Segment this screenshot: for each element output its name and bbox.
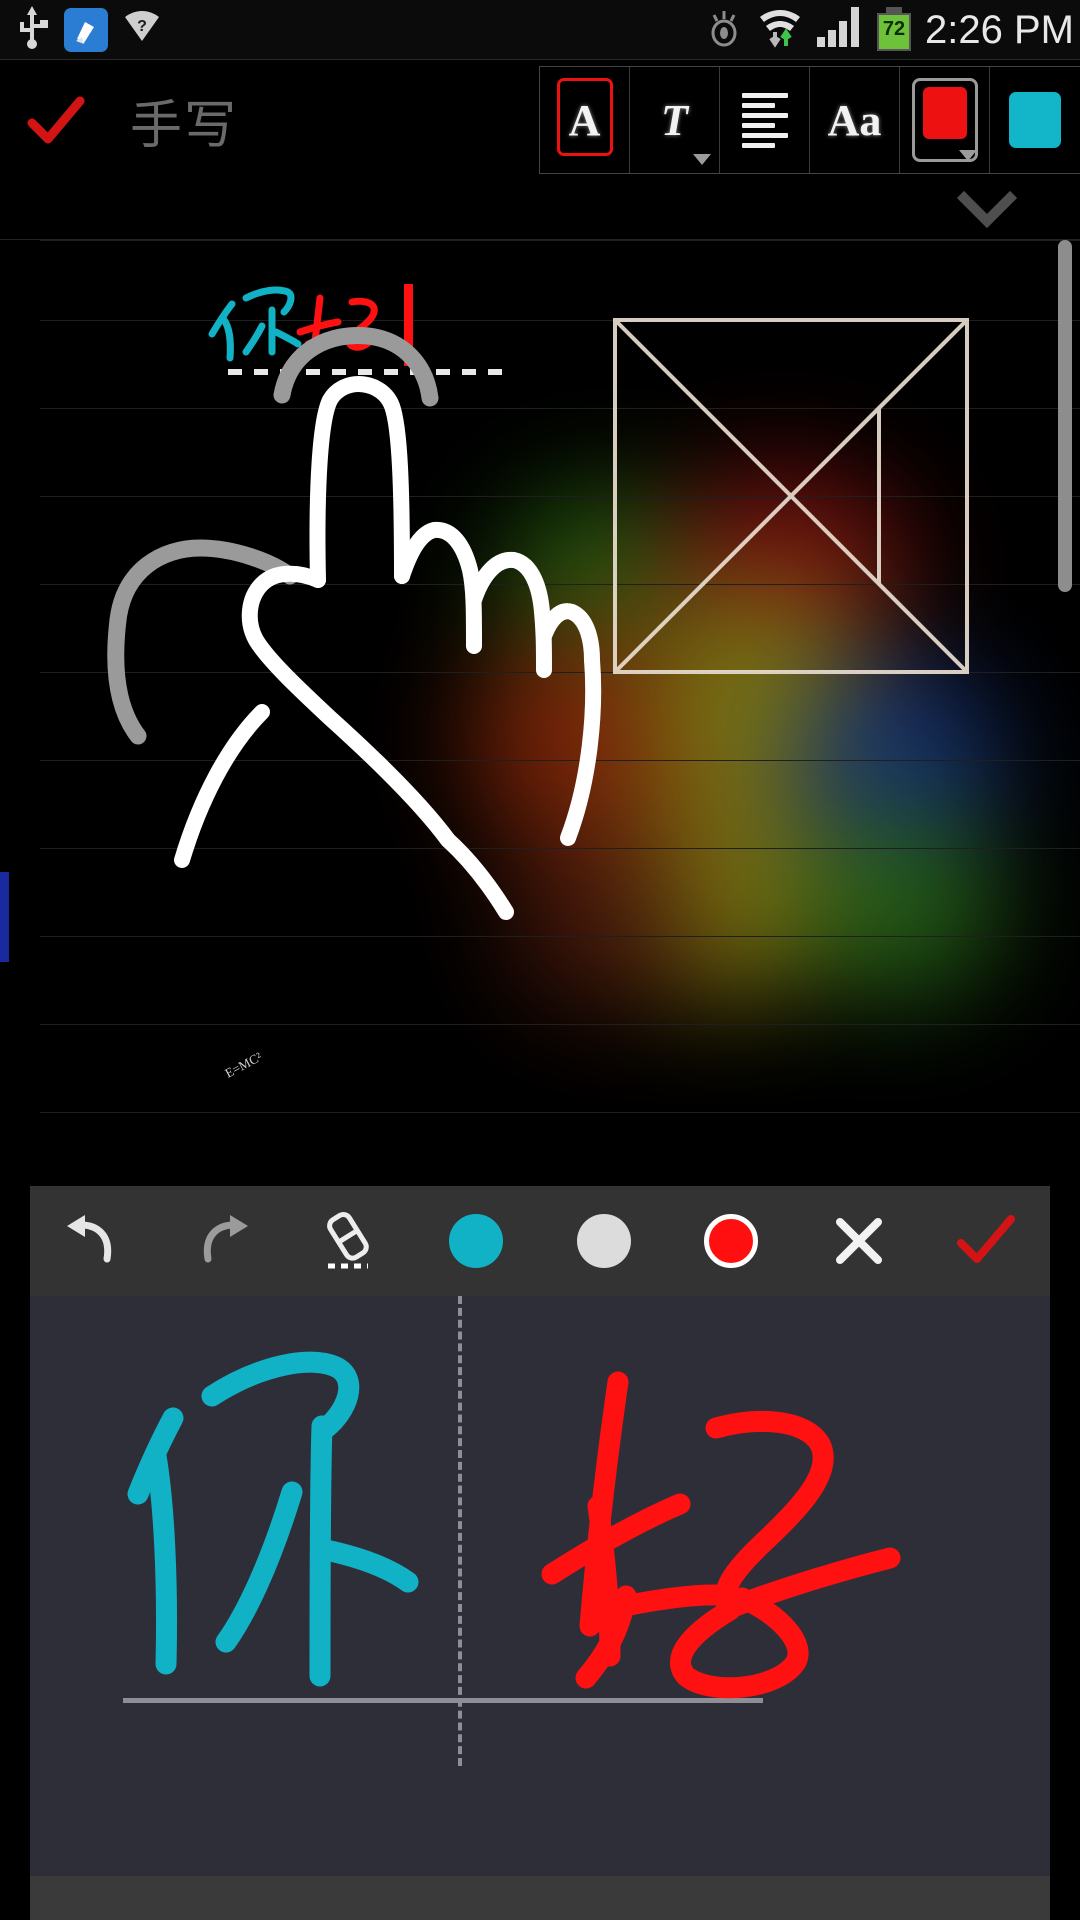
- usb-icon: [14, 4, 50, 55]
- stroke-group-left: [127, 1351, 419, 1687]
- battery-level: 72: [882, 18, 906, 40]
- redo-button[interactable]: [158, 1186, 286, 1296]
- eraser-button[interactable]: [285, 1186, 413, 1296]
- handwriting-strokes: [127, 1351, 901, 1699]
- color-dot-icon: [704, 1214, 759, 1268]
- eraser-icon: [326, 1211, 369, 1269]
- tangram-square-sketch: [613, 318, 969, 674]
- font-size-button[interactable]: Aa: [810, 67, 900, 173]
- undo-button[interactable]: [30, 1186, 158, 1296]
- phone-screen: ? 72 2:26 PM 手写 A T Aa E=MC²: [0, 0, 1080, 1920]
- clock: 2:26 PM: [925, 7, 1074, 52]
- color-white-button[interactable]: [540, 1186, 668, 1296]
- panel-bottom-strip: [30, 1876, 1050, 1920]
- confirm-button[interactable]: [923, 1186, 1051, 1296]
- color-cyan-button[interactable]: [413, 1186, 541, 1296]
- page-title: 手写: [130, 95, 239, 156]
- battery-icon: 72: [875, 6, 913, 53]
- signal-bars-icon: [815, 5, 863, 54]
- ink-layer: E=MC²: [107, 284, 969, 1081]
- handwriting-writing-area[interactable]: [30, 1296, 1050, 1876]
- align-button[interactable]: [720, 67, 810, 173]
- highlight-color-swatch: [1009, 92, 1061, 148]
- toolbar-collapse-row: [0, 180, 1080, 240]
- confirm-note-button[interactable]: [0, 85, 110, 155]
- text-format-button[interactable]: T: [630, 67, 720, 173]
- align-icon: [741, 92, 788, 148]
- cancel-button[interactable]: [795, 1186, 923, 1296]
- hand-pointing-sketch: [174, 376, 602, 920]
- stroke-group-right: [541, 1371, 901, 1699]
- redo-icon: [204, 1215, 249, 1263]
- app-toolbar: 手写 A T Aa: [0, 60, 1080, 180]
- text-style-button[interactable]: A: [540, 67, 630, 173]
- text-color-swatch: [922, 87, 967, 139]
- selection-outline: [557, 78, 613, 156]
- undo-icon: [66, 1215, 111, 1263]
- text-format-label: T: [661, 95, 688, 145]
- cleaner-app-icon: [64, 7, 108, 52]
- format-toolbar: A T Aa: [539, 66, 1080, 174]
- color-red-button[interactable]: [668, 1186, 796, 1296]
- emc-scribble-label: E=MC²: [222, 1049, 264, 1081]
- handwriting-input-panel: [30, 1186, 1050, 1876]
- color-dot-icon: [449, 1214, 504, 1268]
- highlight-color-button[interactable]: [990, 67, 1080, 173]
- status-bar: ? 72 2:26 PM: [0, 0, 1080, 60]
- wifi-transfer-icon: [757, 4, 803, 55]
- chevron-down-icon[interactable]: [954, 188, 1020, 237]
- chevron-down-icon: [693, 154, 711, 165]
- eye-icon: [703, 5, 745, 54]
- handwriting-toolbar: [30, 1186, 1050, 1296]
- note-canvas[interactable]: E=MC²: [0, 240, 1080, 1186]
- chevron-down-icon: [959, 150, 977, 161]
- color-dot-icon: [576, 1214, 631, 1268]
- wifi-question-icon: ?: [122, 7, 162, 52]
- check-icon: [957, 1215, 1016, 1263]
- inline-text-cyan: [208, 286, 302, 362]
- font-size-label: Aa: [827, 95, 882, 145]
- close-icon: [835, 1218, 882, 1264]
- svg-text:?: ?: [137, 18, 147, 35]
- text-color-button[interactable]: [900, 67, 990, 173]
